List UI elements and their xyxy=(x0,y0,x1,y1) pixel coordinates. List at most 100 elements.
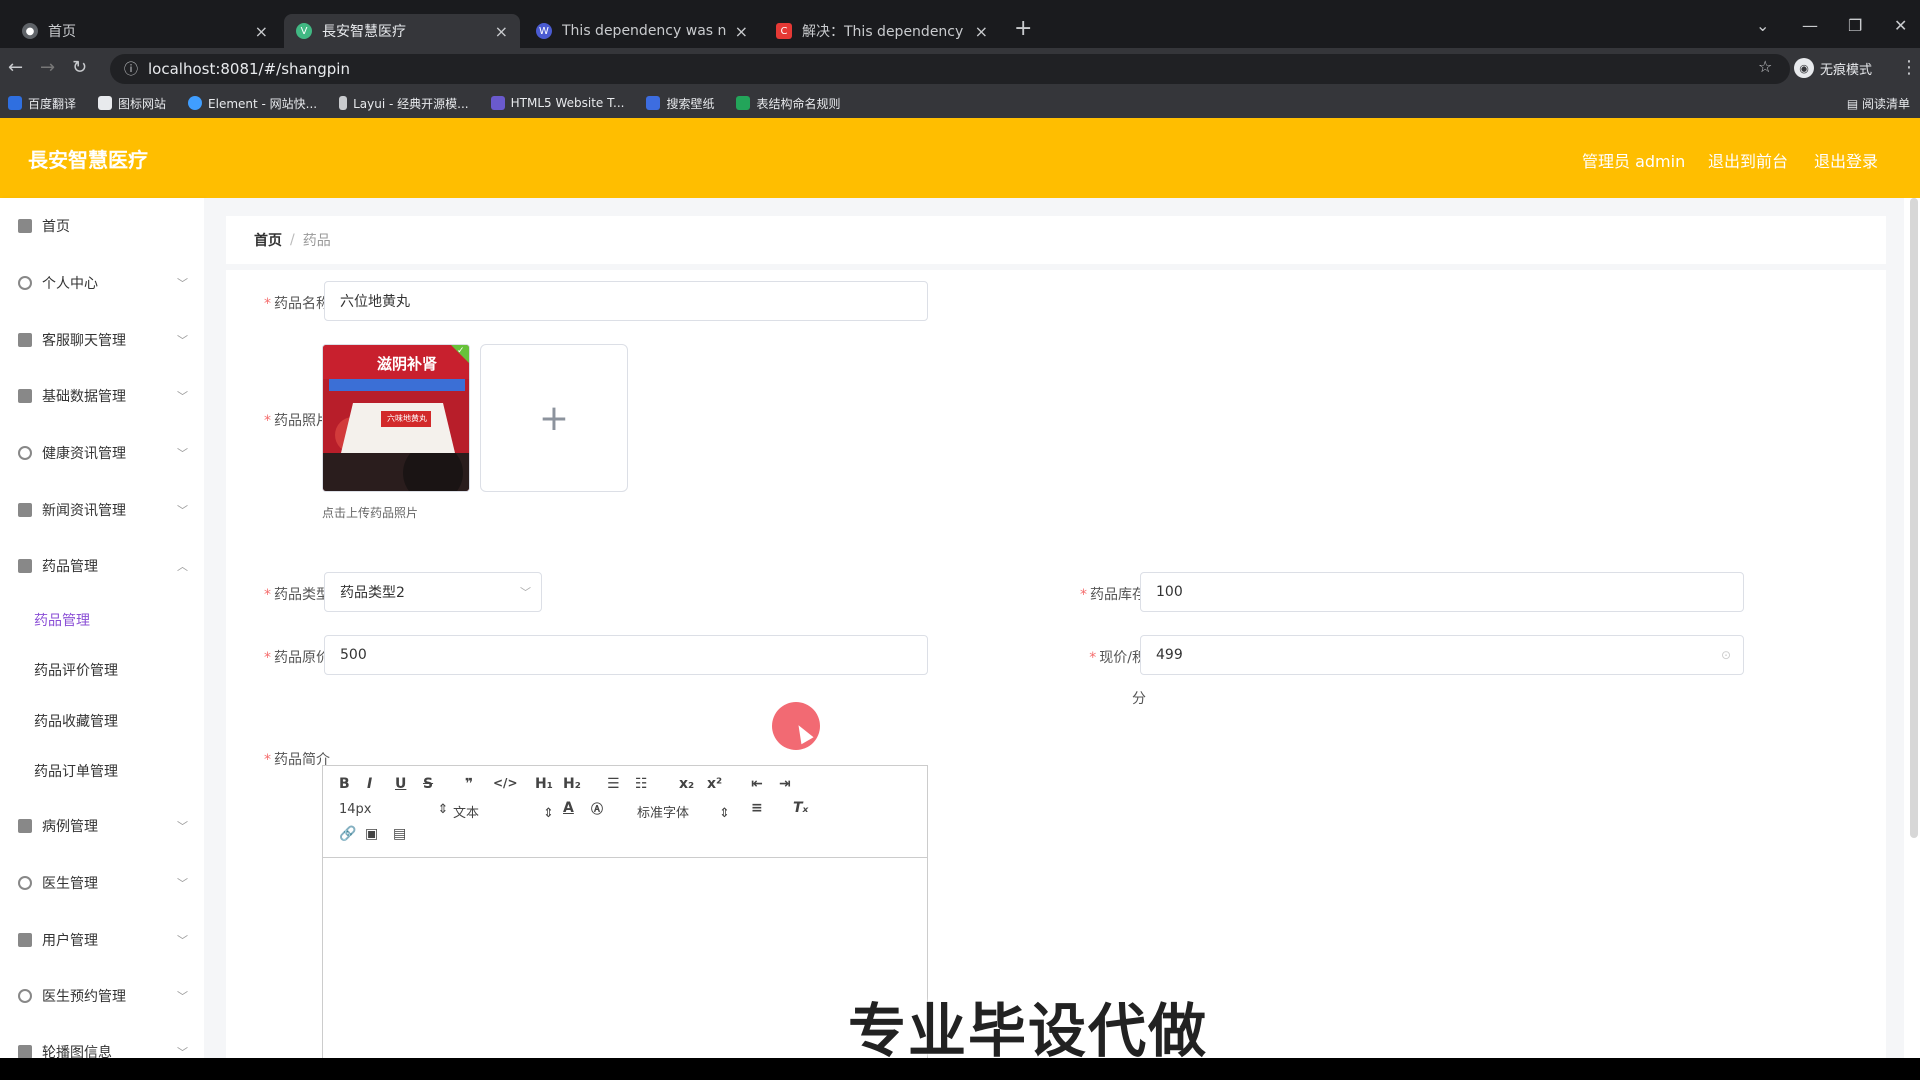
italic-icon[interactable]: I xyxy=(367,776,372,792)
font-size-select[interactable]: 14px ⇕ xyxy=(339,802,448,817)
bullet-list-icon[interactable]: ☷ xyxy=(635,776,648,792)
text-style-select[interactable]: 文本 ⇕ xyxy=(453,802,554,821)
sidebar-item-health-news[interactable]: 健康资讯管理 ﹀ xyxy=(18,441,188,465)
tab-search-icon[interactable]: ⌄ xyxy=(1756,16,1769,35)
quote-icon[interactable]: ❞ xyxy=(465,776,473,792)
align-icon[interactable]: ≡ xyxy=(751,800,763,816)
current-price-label-wrap: 分 xyxy=(1132,691,1146,707)
breadcrumb-home[interactable]: 首页 xyxy=(254,230,282,250)
indent-icon[interactable]: ⇥ xyxy=(779,776,791,792)
back-to-frontend-link[interactable]: 退出到前台 xyxy=(1708,148,1788,172)
close-icon[interactable]: × xyxy=(495,22,508,41)
tab-home[interactable]: ● 首页 × xyxy=(10,14,280,48)
bookmark-item[interactable]: 百度翻译 xyxy=(8,95,76,112)
forward-icon[interactable]: → xyxy=(40,57,55,78)
minimize-icon[interactable]: — xyxy=(1802,16,1818,35)
sidebar-item-label: 医生预约管理 xyxy=(42,989,126,1005)
incognito-indicator[interactable]: ◉ 无痕模式 xyxy=(1794,58,1872,78)
sidebar-item-basic-data[interactable]: 基础数据管理 ﹀ xyxy=(18,384,188,408)
chevron-down-icon: ﹀ xyxy=(177,390,188,403)
sidebar-item-cases[interactable]: 病例管理 ﹀ xyxy=(18,814,188,838)
outdent-icon[interactable]: ⇤ xyxy=(751,776,763,792)
tab-app[interactable]: V 長安智慧医疗 × xyxy=(284,14,520,48)
sidebar-item-users[interactable]: 用户管理 ﹀ xyxy=(18,928,188,952)
bookmark-item[interactable]: Element - 网站快... xyxy=(188,95,317,112)
image-icon[interactable]: ▣ xyxy=(365,826,378,842)
main-content: 首页 / 药品 * 药品名称 六位地黄丸 * 药品照片 滋阴补肾 六味地黄丸 ✓… xyxy=(204,198,1904,1070)
restore-icon[interactable]: ❐ xyxy=(1848,16,1862,35)
sidebar-item-chat[interactable]: 客服聊天管理 ﹀ xyxy=(18,328,188,352)
submenu-medicine[interactable]: 药品管理 xyxy=(34,610,90,630)
bg-color-icon[interactable]: Ⓐ xyxy=(591,800,603,817)
page-scrollbar[interactable] xyxy=(1910,198,1918,838)
vue-icon: V xyxy=(296,23,312,39)
subscript-icon[interactable]: x₂ xyxy=(679,776,694,792)
price-value: 500 xyxy=(340,647,367,663)
clear-icon[interactable]: ⊙ xyxy=(1721,648,1731,662)
tab-solution[interactable]: C 解决：This dependency was n × xyxy=(764,14,1000,48)
clear-format-icon[interactable]: Tₓ xyxy=(793,800,808,816)
sidebar-item-home[interactable]: 首页 xyxy=(18,214,188,238)
sidebar-item-appointments[interactable]: 医生预约管理 ﹀ xyxy=(18,984,188,1008)
video-icon[interactable]: ▤ xyxy=(393,826,406,842)
submenu-medicine-order[interactable]: 药品订单管理 xyxy=(34,761,118,781)
reading-list[interactable]: ▤ 阅读清单 xyxy=(1847,95,1910,112)
case-icon xyxy=(18,819,32,833)
font-color-icon[interactable]: A xyxy=(563,800,574,816)
bottom-border xyxy=(0,1058,1920,1080)
sidebar-item-news[interactable]: 新闻资讯管理 ﹀ xyxy=(18,498,188,522)
tab-dependency[interactable]: W This dependency was not fou × xyxy=(524,14,760,48)
bookmark-item[interactable]: 图标网站 xyxy=(98,95,166,112)
logout-link[interactable]: 退出登录 xyxy=(1814,148,1878,172)
sidebar-item-doctors[interactable]: 医生管理 ﹀ xyxy=(18,871,188,895)
photo-label: * 药品照片 xyxy=(264,413,330,429)
plus-icon: + xyxy=(538,397,570,439)
price-input[interactable]: 500 xyxy=(324,635,928,675)
type-select[interactable]: 药品类型2 ﹀ xyxy=(324,572,542,612)
editor-content-area[interactable] xyxy=(323,858,927,1066)
sidebar-item-profile[interactable]: 个人中心 ﹀ xyxy=(18,271,188,295)
superscript-icon[interactable]: x² xyxy=(707,776,722,792)
bookmark-item[interactable]: 搜索壁纸 xyxy=(646,95,714,112)
address-bar-row: ← → ↻ ⓘ localhost:8081/#/shangpin ☆ ◉ 无痕… xyxy=(0,48,1920,88)
new-tab-button[interactable]: + xyxy=(1014,16,1032,41)
sidebar-item-label: 用户管理 xyxy=(42,933,98,949)
link-icon[interactable]: 🔗 xyxy=(339,826,356,842)
sidebar-item-label: 客服聊天管理 xyxy=(42,333,126,349)
code-icon[interactable]: </> xyxy=(493,776,518,790)
bold-icon[interactable]: B xyxy=(339,776,350,792)
medicine-photo[interactable]: 滋阴补肾 六味地黄丸 ✓ xyxy=(322,344,470,492)
close-icon[interactable]: × xyxy=(975,22,988,41)
breadcrumb-separator: / xyxy=(290,232,295,248)
url-field[interactable]: ⓘ localhost:8081/#/shangpin xyxy=(110,54,1790,84)
strike-icon[interactable]: S xyxy=(423,776,433,792)
bookmark-item[interactable]: HTML5 Website T... xyxy=(490,96,624,110)
doctor-icon xyxy=(18,876,32,890)
current-price-input[interactable]: 499 ⊙ xyxy=(1140,635,1744,675)
name-label: * 药品名称 xyxy=(264,296,330,312)
ordered-list-icon[interactable]: ☰ xyxy=(607,776,620,792)
reload-icon[interactable]: ↻ xyxy=(72,57,87,78)
window-close-icon[interactable]: ✕ xyxy=(1894,16,1907,35)
menu-icon[interactable]: ⋮ xyxy=(1900,57,1918,78)
sidebar-item-medicine[interactable]: 药品管理 ︿ xyxy=(18,554,188,578)
back-icon[interactable]: ← xyxy=(8,57,23,78)
submenu-medicine-favorite[interactable]: 药品收藏管理 xyxy=(34,711,118,731)
close-icon[interactable]: × xyxy=(255,22,268,41)
h2-icon[interactable]: H₂ xyxy=(563,776,581,792)
medicine-form: * 药品名称 六位地黄丸 * 药品照片 滋阴补肾 六味地黄丸 ✓ + 点击上传药… xyxy=(226,270,1886,1070)
bookmark-item[interactable]: 表结构命名规则 xyxy=(736,95,840,112)
bookmark-label: 搜索壁纸 xyxy=(666,96,715,111)
reading-list-label: 阅读清单 xyxy=(1861,97,1910,111)
close-icon[interactable]: × xyxy=(735,22,748,41)
bookmark-item[interactable]: Layui - 经典开源模... xyxy=(339,95,469,112)
h1-icon[interactable]: H₁ xyxy=(535,776,553,792)
underline-icon[interactable]: U xyxy=(395,776,406,792)
sidebar-item-label: 病例管理 xyxy=(42,819,98,835)
submenu-medicine-review[interactable]: 药品评价管理 xyxy=(34,660,118,680)
name-input[interactable]: 六位地黄丸 xyxy=(324,281,928,321)
stock-input[interactable]: 100 xyxy=(1140,572,1744,612)
font-family-select[interactable]: 标准字体 ⇕ xyxy=(637,802,730,821)
star-icon[interactable]: ☆ xyxy=(1758,57,1772,76)
photo-upload-button[interactable]: + xyxy=(480,344,628,492)
